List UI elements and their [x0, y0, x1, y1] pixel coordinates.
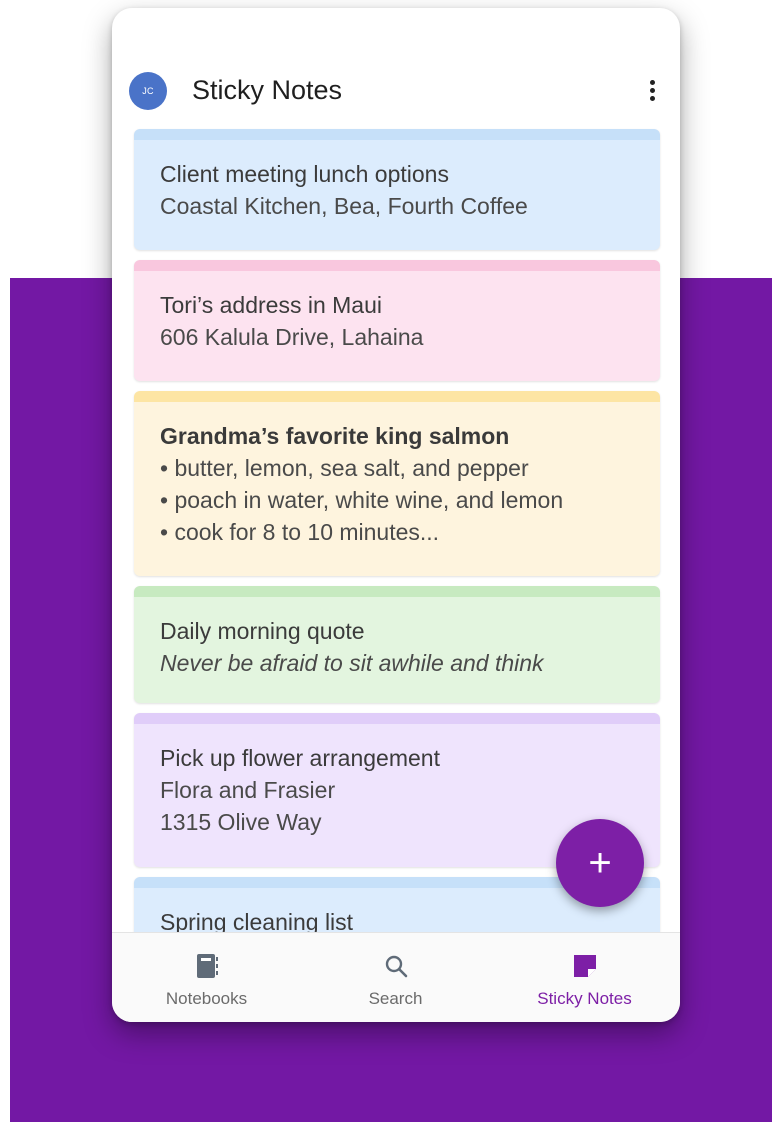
avatar[interactable]: JC: [129, 72, 167, 110]
note-line: • cook for 8 to 10 minutes...: [160, 519, 440, 545]
nav-label: Search: [368, 989, 423, 1008]
sticky-note-icon: [573, 955, 596, 977]
sticky-notes-list: Client meeting lunch options Coastal Kit…: [112, 8, 680, 957]
nav-label: Sticky Notes: [537, 989, 632, 1008]
note-card[interactable]: Tori’s address in Maui 606 Kalula Drive,…: [134, 260, 660, 381]
note-line: • poach in water, white wine, and lemon: [160, 487, 564, 513]
search-icon: [385, 955, 407, 978]
note-title: Tori’s address in Maui: [160, 292, 383, 318]
note-line: Flora and Frasier: [160, 777, 336, 803]
note-line: Coastal Kitchen, Bea, Fourth Coffee: [160, 193, 528, 219]
note-title: Pick up flower arrangement: [160, 745, 440, 771]
nav-item-notebooks[interactable]: Notebooks: [112, 933, 301, 1022]
page-title: Sticky Notes: [192, 75, 343, 105]
note-title: Daily morning quote: [160, 618, 365, 644]
note-line: 606 Kalula Drive, Lahaina: [160, 324, 424, 350]
note-title: Client meeting lunch options: [160, 161, 449, 187]
notebook-icon: [196, 954, 218, 978]
phone-frame: Client meeting lunch options Coastal Kit…: [112, 8, 680, 1022]
bottom-navigation: Notebooks Search Sticky Notes: [112, 932, 680, 1022]
note-title: Grandma’s favorite king salmon: [160, 423, 510, 449]
note-card[interactable]: Grandma’s favorite king salmon • butter,…: [134, 391, 660, 576]
add-note-button[interactable]: +: [556, 819, 644, 907]
more-options-icon[interactable]: [638, 74, 666, 106]
app-header: JC Sticky Notes: [112, 60, 680, 120]
nav-item-sticky-notes[interactable]: Sticky Notes: [490, 933, 679, 1022]
nav-item-search[interactable]: Search: [301, 933, 490, 1022]
note-line: • butter, lemon, sea salt, and pepper: [160, 455, 529, 481]
note-card[interactable]: Client meeting lunch options Coastal Kit…: [134, 129, 660, 250]
note-line: 1315 Olive Way: [160, 809, 322, 835]
nav-label: Notebooks: [165, 989, 248, 1008]
note-card[interactable]: Daily morning quote Never be afraid to s…: [134, 586, 660, 703]
note-line: Never be afraid to sit awhile and think: [160, 650, 544, 676]
